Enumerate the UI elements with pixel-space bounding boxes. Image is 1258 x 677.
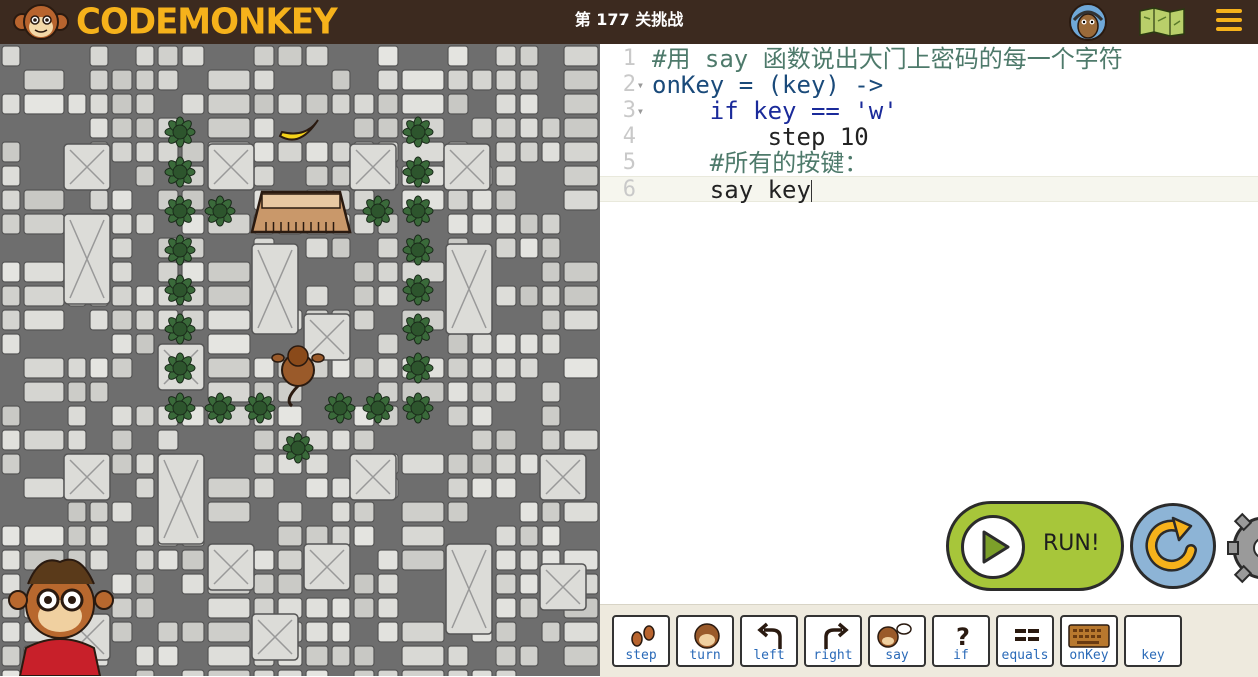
line-number: 4 (622, 124, 636, 149)
palette-label: right (813, 648, 853, 663)
play-icon (961, 515, 1025, 579)
step-command-button[interactable]: step (612, 615, 670, 667)
keyboard-icon (1068, 624, 1110, 648)
line-number: 6 (622, 177, 636, 202)
line-number: 5 (622, 150, 636, 175)
palette-label: left (753, 648, 785, 663)
line-number: 1 (622, 46, 636, 71)
settings-gear-icon[interactable] (1222, 506, 1258, 590)
map-icon[interactable] (1138, 7, 1186, 37)
code-line-6[interactable]: 6 say key (600, 176, 1258, 204)
arrow-right-curve-icon (824, 622, 849, 649)
code-line-3[interactable]: 3 ▼ if key == 'w' (600, 98, 1258, 124)
code-text: #所有的按键： (652, 149, 869, 177)
code-line-2[interactable]: 2 ▼ onKey = (key) -> (600, 72, 1258, 98)
palette-label: turn (689, 648, 721, 663)
monkey-head-icon (694, 623, 720, 649)
left-command-button[interactable]: left (740, 615, 798, 667)
code-line-5[interactable]: 5 #所有的按键： (600, 150, 1258, 176)
arrow-left-curve-icon (757, 622, 782, 649)
reset-arrow-icon (1145, 516, 1197, 572)
code-text: say key (652, 176, 812, 204)
palette-label: say (885, 648, 909, 663)
palette-label: if (953, 648, 969, 663)
if-command-button[interactable]: ? if (932, 615, 990, 667)
footprints-icon (631, 625, 655, 647)
top-bar: CODEMONKEY 第 177 关挑战 (0, 0, 1258, 44)
say-command-button[interactable]: say (868, 615, 926, 667)
temple-map (0, 44, 600, 676)
code-text: if key == 'w' (652, 97, 898, 125)
code-line-4[interactable]: 4 step 10 (600, 124, 1258, 150)
palette-label: onKey (1069, 648, 1109, 663)
character (18, 638, 102, 676)
code-text: onKey = (key) -> (652, 71, 884, 99)
line-number: 2 (622, 72, 636, 97)
line-number: 3 (622, 98, 636, 123)
turn-command-button[interactable]: turn (676, 615, 734, 667)
palette-label: key (1141, 648, 1165, 663)
code-line-1[interactable]: 1 #用 say 函数说出大门上密码的每一个字符 (600, 46, 1258, 72)
text-cursor (810, 180, 812, 202)
palette-label: equals (1001, 648, 1049, 663)
fold-arrow-icon[interactable]: ▼ (638, 81, 643, 90)
reset-button[interactable] (1130, 503, 1216, 589)
run-label: RUN! (1043, 531, 1100, 556)
right-command-button[interactable]: right (804, 615, 862, 667)
equals-icon (1015, 629, 1039, 641)
key-command-button[interactable]: key (1124, 615, 1182, 667)
question-mark-icon: ? (956, 623, 970, 651)
code-text: #用 say 函数说出大门上密码的每一个字符 (652, 45, 1123, 73)
avatar-icon[interactable] (1068, 2, 1108, 42)
equals-command-button[interactable]: equals (996, 615, 1054, 667)
speech-bubble-icon (877, 623, 912, 648)
onkey-command-button[interactable]: onKey (1060, 615, 1118, 667)
code-text: step 10 (652, 123, 869, 151)
game-scene (0, 44, 600, 676)
menu-icon[interactable] (1216, 9, 1242, 33)
svg-text:?: ? (956, 623, 970, 651)
run-button[interactable]: RUN! (946, 501, 1124, 591)
command-palette: step turn left right say ? if equals onK… (600, 604, 1258, 677)
palette-label: step (625, 648, 657, 663)
fold-arrow-icon[interactable]: ▼ (638, 107, 643, 116)
